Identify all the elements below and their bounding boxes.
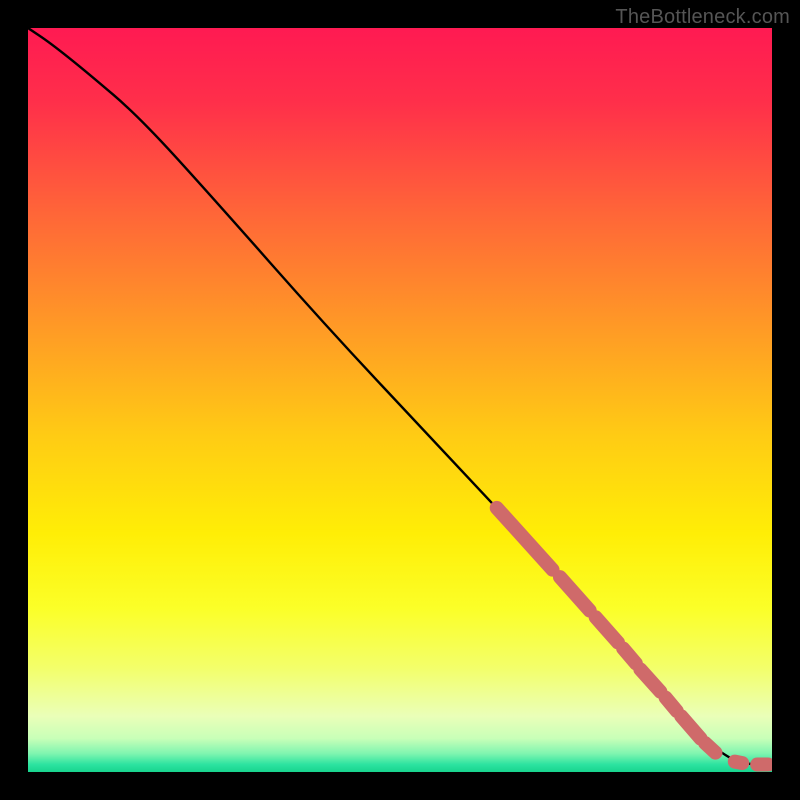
main-curve [28,28,772,765]
plot-area [28,28,772,772]
chart-frame: TheBottleneck.com [0,0,800,800]
highlight-segment [497,508,553,570]
highlight-segment [681,716,700,738]
credit-label: TheBottleneck.com [615,6,790,29]
highlight-segment [623,648,636,663]
highlight-segment [735,762,742,763]
highlight-segment [705,743,715,753]
highlight-segment [666,698,677,711]
curve-layer [28,28,772,772]
highlight-segment [560,577,590,610]
highlight-segment [640,669,660,691]
highlight-segments [497,508,769,765]
highlight-segment [596,617,618,642]
